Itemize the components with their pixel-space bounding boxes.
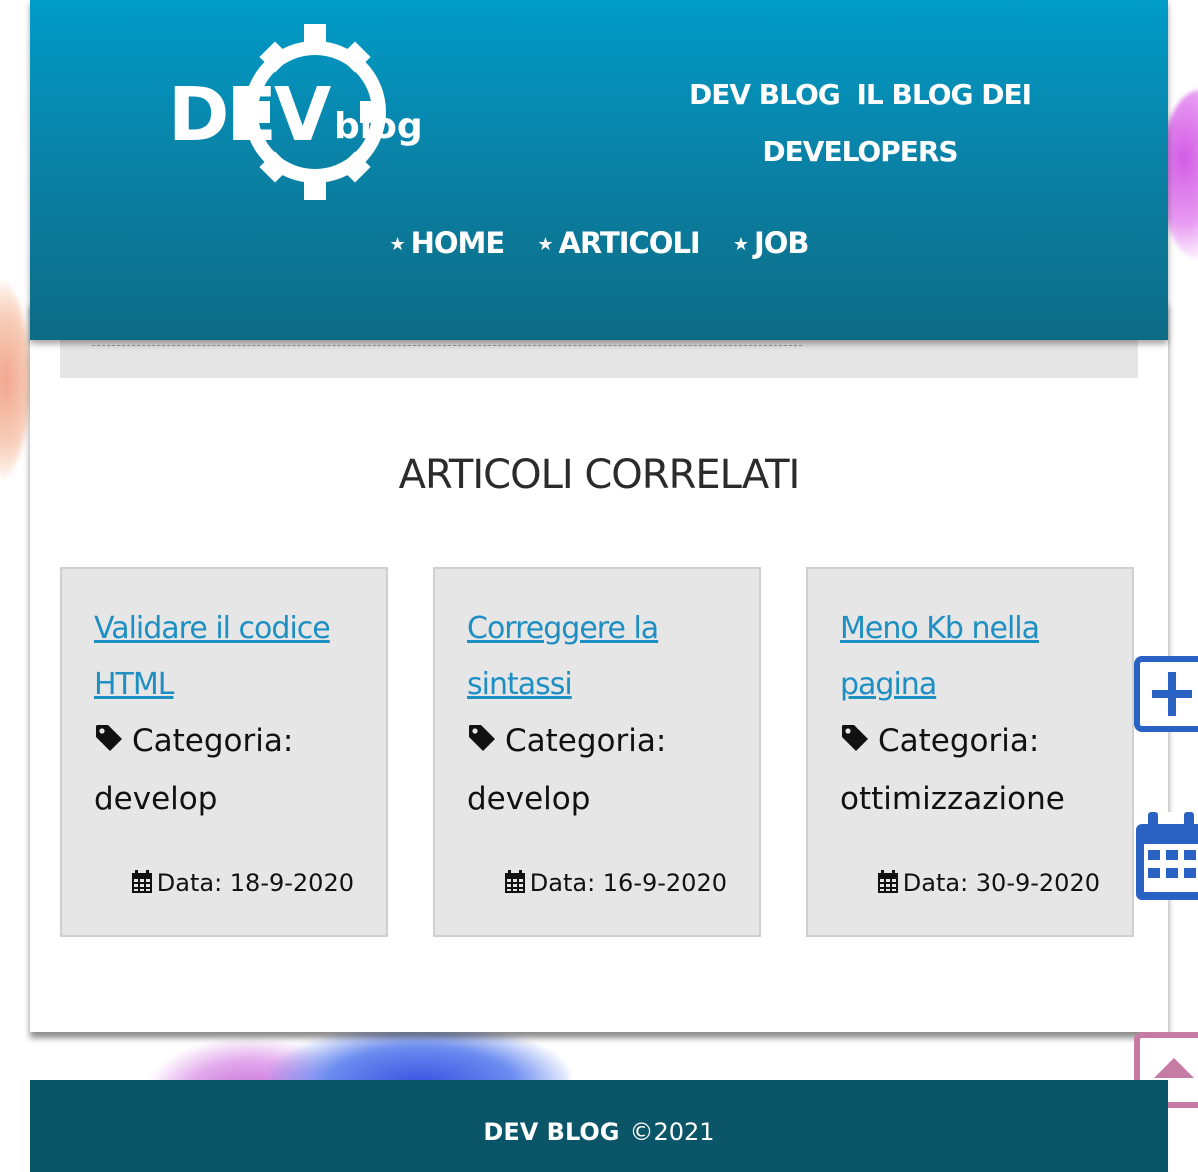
- article-date: Data: 16-9-2020: [504, 869, 727, 900]
- page: ARTICOLI CORRELATI Validare il codice HT…: [0, 0, 1198, 1172]
- star-icon: ★: [537, 234, 553, 255]
- add-button[interactable]: [1134, 656, 1198, 732]
- tag-icon: [467, 715, 497, 771]
- nav-item-articoli[interactable]: ★ ARTICOLI: [537, 226, 700, 260]
- logo-wordmark-small: blog: [334, 106, 423, 147]
- article-date: Data: 18-9-2020: [131, 869, 354, 900]
- article-category: Categoria: develop: [94, 713, 384, 827]
- date-text: Data: 16-9-2020: [529, 869, 727, 897]
- article-category: Categoria: develop: [467, 713, 757, 827]
- calendar-icon: [504, 870, 526, 900]
- category-label: Categoria:: [878, 723, 1040, 759]
- plus-icon: [1152, 672, 1192, 716]
- site-title-part: DEV BLOG: [688, 78, 841, 111]
- nav-label: ARTICOLI: [558, 226, 700, 260]
- site-footer: DEV BLOG ©2021: [30, 1080, 1168, 1172]
- category-value: develop: [94, 780, 218, 817]
- tag-icon: [94, 715, 124, 771]
- calendar-icon: [877, 870, 899, 900]
- main-nav: ★ HOME ★ ARTICOLI ★ JOB: [30, 226, 1168, 260]
- related-articles-title: ARTICOLI CORRELATI: [398, 452, 801, 498]
- content-strip: [60, 340, 1138, 378]
- site-title-part: DEVELOPERS: [762, 135, 958, 168]
- site-header: DEV blog DEV BLOG IL BLOG DEI DEVELOPERS…: [30, 0, 1168, 340]
- article-card: Correggere la sintassi Categoria: develo…: [433, 567, 761, 937]
- calendar-button[interactable]: [1134, 812, 1198, 900]
- nav-label: HOME: [410, 226, 506, 260]
- date-text: Data: 18-9-2020: [156, 869, 354, 897]
- calendar-icon: [1136, 812, 1198, 900]
- site-title-part: IL BLOG DEI: [856, 78, 1033, 111]
- nav-label: JOB: [753, 226, 810, 260]
- article-date: Data: 30-9-2020: [877, 869, 1100, 900]
- category-value: develop: [467, 780, 591, 817]
- calendar-icon: [131, 870, 153, 900]
- logo-wordmark: DEV: [168, 72, 331, 158]
- nav-item-home[interactable]: ★ HOME: [389, 226, 506, 260]
- star-icon: ★: [389, 234, 405, 255]
- article-link[interactable]: Meno Kb nella pagina: [840, 601, 1120, 713]
- nav-item-job[interactable]: ★ JOB: [732, 226, 810, 260]
- footer-copyright: ©2021: [629, 1118, 715, 1146]
- main-content: ARTICOLI CORRELATI Validare il codice HT…: [30, 300, 1168, 1032]
- category-label: Categoria:: [132, 723, 294, 759]
- site-logo[interactable]: DEV blog: [166, 22, 436, 202]
- decorative-ink-splash: [0, 280, 30, 480]
- divider: [92, 345, 802, 346]
- tag-icon: [840, 715, 870, 771]
- article-card: Meno Kb nella pagina Categoria: ottimizz…: [806, 567, 1134, 937]
- star-icon: ★: [732, 234, 749, 255]
- category-value: ottimizzazione: [840, 780, 1065, 817]
- date-text: Data: 30-9-2020: [902, 869, 1100, 897]
- article-card: Validare il codice HTML Categoria: devel…: [60, 567, 388, 937]
- footer-brand: DEV BLOG: [483, 1118, 620, 1146]
- category-label: Categoria:: [505, 723, 667, 759]
- article-category: Categoria: ottimizzazione: [840, 713, 1130, 827]
- article-link[interactable]: Validare il codice HTML: [94, 601, 374, 713]
- site-title: DEV BLOG IL BLOG DEI DEVELOPERS: [660, 66, 1060, 180]
- article-link[interactable]: Correggere la sintassi: [467, 601, 747, 713]
